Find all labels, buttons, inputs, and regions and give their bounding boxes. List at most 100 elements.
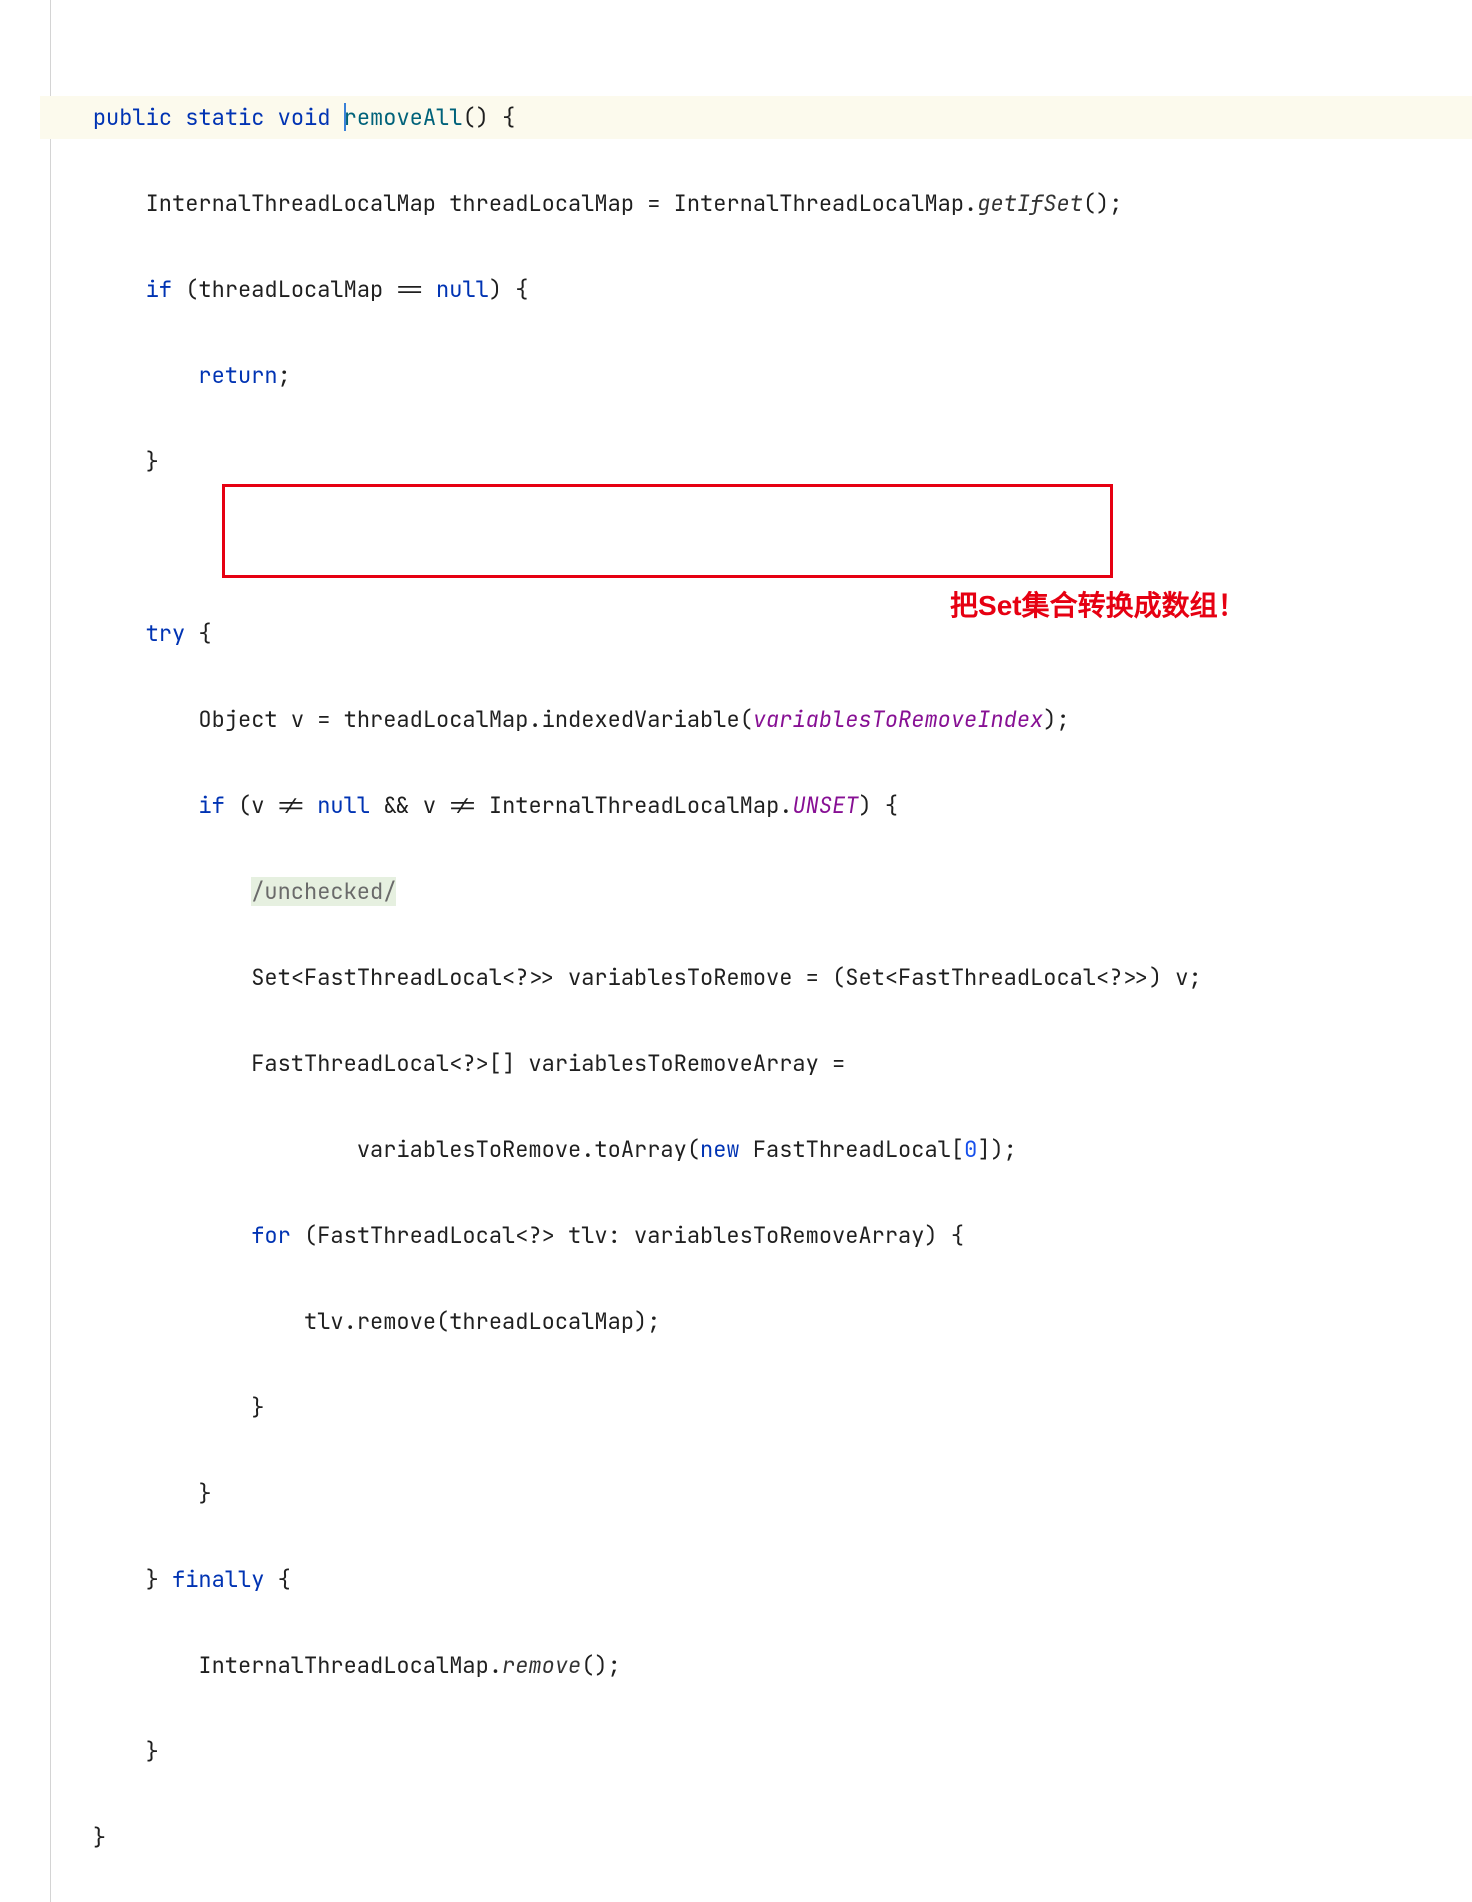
keyword-if: if (198, 791, 224, 820)
type-name: InternalThreadLocalMap (198, 1651, 488, 1680)
var-name: variablesToRemoveArray (528, 1049, 818, 1078)
parens: () (462, 103, 488, 132)
code-line: } (40, 440, 1472, 483)
keyword-new: new (700, 1135, 740, 1164)
op: && (370, 791, 423, 820)
keyword-try: try (146, 619, 186, 648)
semi: ; (278, 361, 291, 390)
op: = (634, 189, 674, 218)
number-literal: 0 (964, 1135, 977, 1164)
keyword-finally: finally (172, 1565, 264, 1594)
type-name: FastThreadLocal (753, 1135, 951, 1164)
args: (threadLocalMap); (436, 1307, 660, 1336)
bracket: [ (951, 1135, 964, 1164)
annotation-text: 把Set集合转换成数组！ (950, 584, 1246, 627)
static-field: UNSET (792, 791, 858, 820)
keyword-for: for (251, 1221, 291, 1250)
var-name: v (291, 705, 304, 734)
brace: { (198, 619, 211, 648)
code-line: } (40, 1386, 1472, 1429)
code-line: try { (40, 612, 1472, 655)
code-line: } (40, 1472, 1472, 1515)
annotation-suffix: 集合转换成数组！ (1022, 590, 1246, 621)
brace-close: } (198, 1479, 211, 1508)
code-line-empty (40, 526, 1472, 569)
keyword-return: return (198, 361, 277, 390)
brace-close: } (251, 1393, 264, 1422)
paren: ) { (489, 275, 529, 304)
static-method-call: remove (502, 1651, 581, 1680)
paren: ( (225, 791, 251, 820)
sc: ) v; (1149, 963, 1202, 992)
brace: { (502, 103, 515, 132)
var-name: threadLocalMap (344, 705, 529, 734)
sc: (); (581, 1651, 621, 1680)
method-call: indexedVariable (542, 705, 740, 734)
code-editor[interactable]: public static void removeAll() { Interna… (0, 0, 1472, 1902)
method-name: removeAll (344, 103, 463, 132)
code-line: FastThreadLocal<?>[] variablesToRemoveAr… (40, 1042, 1472, 1085)
annotation-set: Set (978, 590, 1022, 621)
var-name: variablesToRemove (568, 963, 792, 992)
brace-close: } (93, 1823, 106, 1852)
op: = (819, 1049, 845, 1078)
code-line: return; (40, 354, 1472, 397)
generic: <FastThreadLocal<?>> (885, 963, 1149, 992)
method-call: remove (357, 1307, 436, 1336)
var-name: threadLocalMap (198, 275, 383, 304)
var-name: threadLocalMap (449, 189, 634, 218)
sc: (); (1083, 189, 1123, 218)
var-name: tlv (304, 1307, 344, 1336)
var-name: variablesToRemove (357, 1135, 581, 1164)
annotation-prefix: 把 (950, 590, 978, 621)
op: != (436, 791, 489, 820)
code-line: } (40, 1816, 1472, 1859)
static-field: variablesToRemoveIndex (753, 705, 1043, 734)
method-call: toArray (594, 1135, 686, 1164)
keyword-null: null (436, 275, 489, 304)
var-name: v (423, 791, 436, 820)
code-line: public static void removeAll() { (40, 96, 1472, 139)
code-line: Set<FastThreadLocal<?>> variablesToRemov… (40, 956, 1472, 999)
code-line: if (threadLocalMap == null) { (40, 268, 1472, 311)
suppressed-comment: /unchecked/ (251, 877, 396, 906)
brace-close: } (146, 447, 159, 476)
paren: ( (172, 275, 198, 304)
keyword-null: null (317, 791, 370, 820)
type-name: Object (198, 705, 277, 734)
code-line: Object v = threadLocalMap.indexedVariabl… (40, 698, 1472, 741)
code-line: /unchecked/ (40, 870, 1472, 913)
code-line: InternalThreadLocalMap.remove(); (40, 1644, 1472, 1687)
code-line: } finally { (40, 1558, 1472, 1601)
keyword-static: static (185, 103, 264, 132)
code-line: if (v != null && v != InternalThreadLoca… (40, 784, 1472, 827)
type-name: Set (845, 963, 885, 992)
brace: { (278, 1565, 291, 1594)
code-line: } (40, 1730, 1472, 1773)
for-cond: (FastThreadLocal<?> tlv: variablesToRemo… (291, 1221, 964, 1250)
sc: ); (1043, 705, 1069, 734)
code-line: InternalThreadLocalMap threadLocalMap = … (40, 182, 1472, 225)
keyword-void: void (278, 103, 331, 132)
code-line: variablesToRemove.toArray(new FastThread… (40, 1128, 1472, 1171)
op: = (304, 705, 344, 734)
keyword-public: public (93, 103, 172, 132)
sc: ]); (977, 1135, 1017, 1164)
static-method-call: getIfSet (977, 189, 1083, 218)
text-cursor (344, 103, 346, 131)
brace-close: } (146, 1565, 159, 1594)
type-arr: FastThreadLocal<?>[] (251, 1049, 515, 1078)
var-name: v (251, 791, 264, 820)
paren: ) { (859, 791, 899, 820)
type-name: InternalThreadLocalMap (489, 791, 779, 820)
generic: <FastThreadLocal<?>> (291, 963, 555, 992)
type-name: Set (251, 963, 291, 992)
op: != (264, 791, 317, 820)
type-name: InternalThreadLocalMap (146, 189, 436, 218)
keyword-if: if (146, 275, 172, 304)
op: == (383, 275, 436, 304)
type-name: InternalThreadLocalMap (674, 189, 964, 218)
code-line: tlv.remove(threadLocalMap); (40, 1300, 1472, 1343)
brace-close: } (146, 1737, 159, 1766)
code-line: for (FastThreadLocal<?> tlv: variablesTo… (40, 1214, 1472, 1257)
